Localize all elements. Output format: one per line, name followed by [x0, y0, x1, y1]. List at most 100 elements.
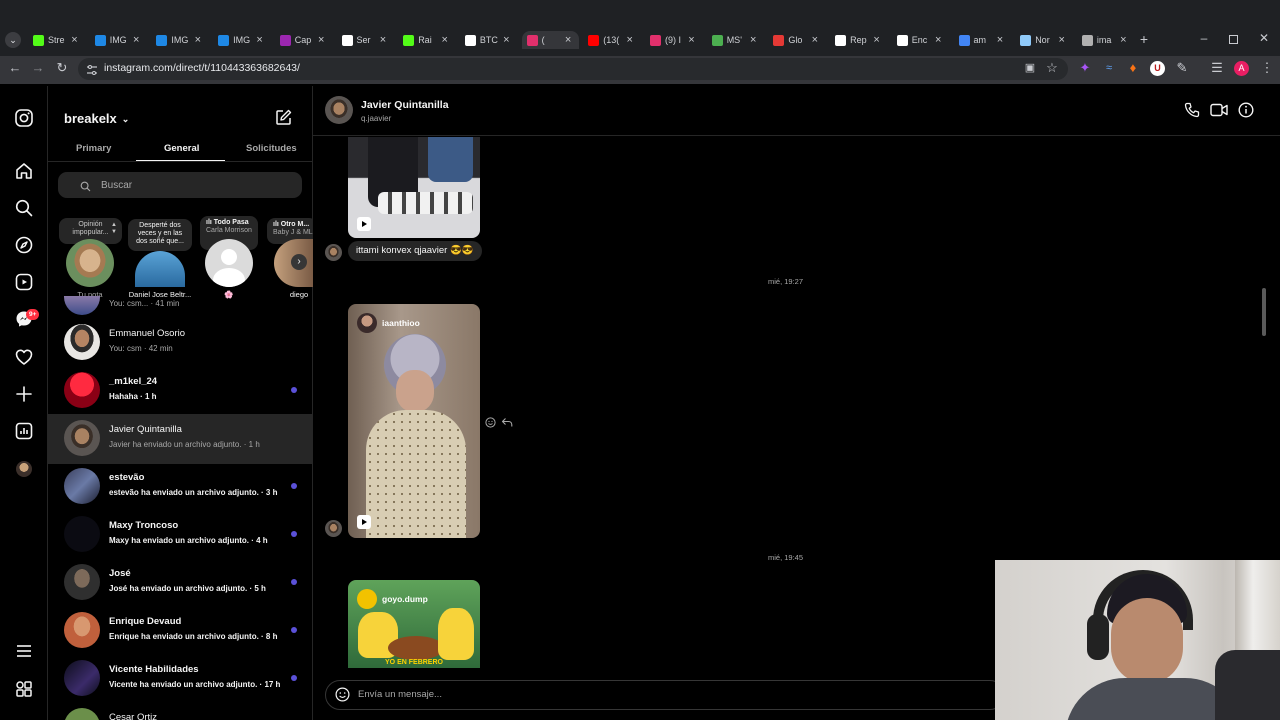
- extension-2-icon[interactable]: ≈: [1101, 60, 1117, 76]
- conversation-info-icon[interactable]: [1238, 102, 1254, 118]
- conversation-row[interactable]: estevão estevão ha enviado un archivo ad…: [48, 462, 313, 510]
- browser-tab[interactable]: Nor ×: [1015, 31, 1073, 49]
- close-tab-icon[interactable]: ×: [997, 34, 1003, 46]
- shared-reel-goyo[interactable]: goyo.dump YO EN FEBRERO: [348, 580, 480, 668]
- extension-3-icon[interactable]: ♦: [1125, 60, 1141, 76]
- tab-requests[interactable]: Solicitudes: [246, 143, 297, 154]
- extension-1-icon[interactable]: ✦: [1077, 60, 1093, 76]
- conversation-row[interactable]: Emmanuel Osorio You: csm · 42 min: [48, 318, 313, 366]
- note-bubble-daniel[interactable]: Desperté dos veces y en las dos soñé que…: [128, 219, 192, 251]
- browser-tab[interactable]: Rai ×: [398, 31, 456, 49]
- conversation-row[interactable]: Maxy Troncoso Maxy ha enviado un archivo…: [48, 510, 313, 558]
- reply-icon[interactable]: [501, 415, 513, 427]
- meta-apps-icon[interactable]: [14, 679, 34, 699]
- reload-icon[interactable]: ↻: [54, 60, 70, 76]
- phone-icon[interactable]: [1184, 102, 1200, 118]
- shared-reel-iaanthioo[interactable]: iaanthioo: [348, 304, 480, 538]
- close-tab-icon[interactable]: ×: [71, 34, 77, 46]
- extensions-puzzle-icon[interactable]: ✎: [1174, 60, 1190, 76]
- react-emoji-icon[interactable]: [485, 415, 496, 428]
- conversation-row-active[interactable]: Javier Quintanilla Javier ha enviado un …: [48, 414, 313, 464]
- tab-primary[interactable]: Primary: [76, 143, 111, 154]
- close-tab-icon[interactable]: ×: [565, 34, 571, 46]
- browser-tab[interactable]: Rep ×: [830, 31, 888, 49]
- dashboard-icon[interactable]: [14, 421, 34, 441]
- close-tab-icon[interactable]: ×: [688, 34, 694, 46]
- search-input[interactable]: [58, 172, 302, 198]
- notes-next-arrow-icon[interactable]: ›: [291, 254, 307, 270]
- chat-contact-name[interactable]: Javier Quintanilla: [361, 99, 449, 111]
- close-tab-icon[interactable]: ×: [318, 34, 324, 46]
- close-tab-icon[interactable]: ×: [935, 34, 941, 46]
- search-placeholder[interactable]: Buscar: [101, 180, 132, 191]
- browser-tab[interactable]: IMG ×: [90, 31, 148, 49]
- note-avatar-default[interactable]: [205, 239, 253, 287]
- close-tab-icon[interactable]: ×: [380, 34, 386, 46]
- chat-scrollbar[interactable]: [1261, 138, 1267, 338]
- browser-tab[interactable]: Glo ×: [768, 31, 826, 49]
- close-tab-icon[interactable]: ×: [503, 34, 509, 46]
- extension-4-icon[interactable]: U: [1150, 61, 1165, 76]
- message-input[interactable]: Envía un mensaje...: [358, 689, 442, 700]
- home-icon[interactable]: [14, 161, 34, 181]
- close-tab-icon[interactable]: ×: [1058, 34, 1064, 46]
- profile-avatar[interactable]: A: [1234, 61, 1249, 76]
- browser-tab[interactable]: Enc ×: [892, 31, 950, 49]
- chat-avatar[interactable]: [325, 96, 353, 124]
- close-window-button[interactable]: ✕: [1258, 32, 1270, 44]
- back-icon[interactable]: ←: [7, 60, 23, 76]
- forward-icon[interactable]: →: [30, 60, 46, 76]
- shared-reel-top[interactable]: [348, 137, 480, 238]
- close-tab-icon[interactable]: ×: [750, 34, 756, 46]
- explore-icon[interactable]: [14, 235, 34, 255]
- conversation-row[interactable]: José José ha enviado un archivo adjunto.…: [48, 558, 313, 606]
- site-info-icon[interactable]: [86, 63, 98, 75]
- browser-tab[interactable]: Stre ×: [28, 31, 86, 49]
- text-message[interactable]: ittami konvex qjaavier 😎😎: [348, 241, 482, 261]
- reels-icon[interactable]: [14, 272, 34, 292]
- browser-tab[interactable]: BTC ×: [460, 31, 518, 49]
- browser-tab[interactable]: am ×: [954, 31, 1012, 49]
- browser-tab[interactable]: Cap ×: [275, 31, 333, 49]
- browser-tab[interactable]: Ser ×: [337, 31, 395, 49]
- scrollbar-thumb[interactable]: [1262, 288, 1266, 336]
- browser-tab[interactable]: IMG ×: [151, 31, 209, 49]
- account-switcher[interactable]: breakelx ⌄: [64, 111, 129, 126]
- close-tab-icon[interactable]: ×: [133, 34, 139, 46]
- browser-tab[interactable]: (×: [521, 31, 580, 49]
- browser-tab[interactable]: (9) I ×: [645, 31, 703, 49]
- close-tab-icon[interactable]: ×: [627, 34, 633, 46]
- conversation-row[interactable]: Enrique Devaud Enrique ha enviado un arc…: [48, 606, 313, 654]
- search-icon[interactable]: [14, 198, 34, 218]
- more-menu-icon[interactable]: [14, 641, 34, 661]
- chrome-menu-icon[interactable]: ⋮: [1259, 60, 1275, 76]
- browser-tab[interactable]: MS' ×: [707, 31, 765, 49]
- url-text[interactable]: instagram.com/direct/t/110443363682643/: [104, 62, 300, 74]
- close-tab-icon[interactable]: ×: [1120, 34, 1126, 46]
- conversation-row[interactable]: _m1kel_24 Hahaha · 1 h: [48, 366, 313, 414]
- close-tab-icon[interactable]: ×: [256, 34, 262, 46]
- close-tab-icon[interactable]: ×: [195, 34, 201, 46]
- maximize-button[interactable]: [1229, 35, 1238, 44]
- reading-list-icon[interactable]: ☰: [1209, 60, 1225, 76]
- video-call-icon[interactable]: [1210, 102, 1228, 118]
- close-tab-icon[interactable]: ×: [441, 34, 447, 46]
- browser-tab[interactable]: IMG ×: [213, 31, 271, 49]
- create-plus-icon[interactable]: [14, 384, 34, 404]
- emoji-picker-icon[interactable]: [335, 687, 350, 702]
- close-tab-icon[interactable]: ×: [812, 34, 818, 46]
- conversation-row[interactable]: Cesar Ortiz: [48, 702, 313, 720]
- tab-general[interactable]: General: [164, 143, 199, 154]
- new-message-icon[interactable]: [275, 109, 292, 126]
- bookmark-star-icon[interactable]: ☆: [1044, 60, 1060, 76]
- note-avatar-own[interactable]: [66, 239, 114, 287]
- browser-tab[interactable]: (13(×: [583, 31, 641, 49]
- chat-contact-handle[interactable]: q.jaavier: [361, 114, 391, 123]
- install-app-icon[interactable]: ▣: [1022, 60, 1038, 76]
- profile-avatar-nav[interactable]: [16, 461, 32, 477]
- conversation-row[interactable]: Vicente Habilidades Vicente ha enviado u…: [48, 654, 313, 702]
- heart-icon[interactable]: [14, 347, 34, 367]
- minimize-button[interactable]: –: [1198, 32, 1210, 45]
- new-tab-button[interactable]: +: [1137, 32, 1151, 46]
- close-tab-icon[interactable]: ×: [873, 34, 879, 46]
